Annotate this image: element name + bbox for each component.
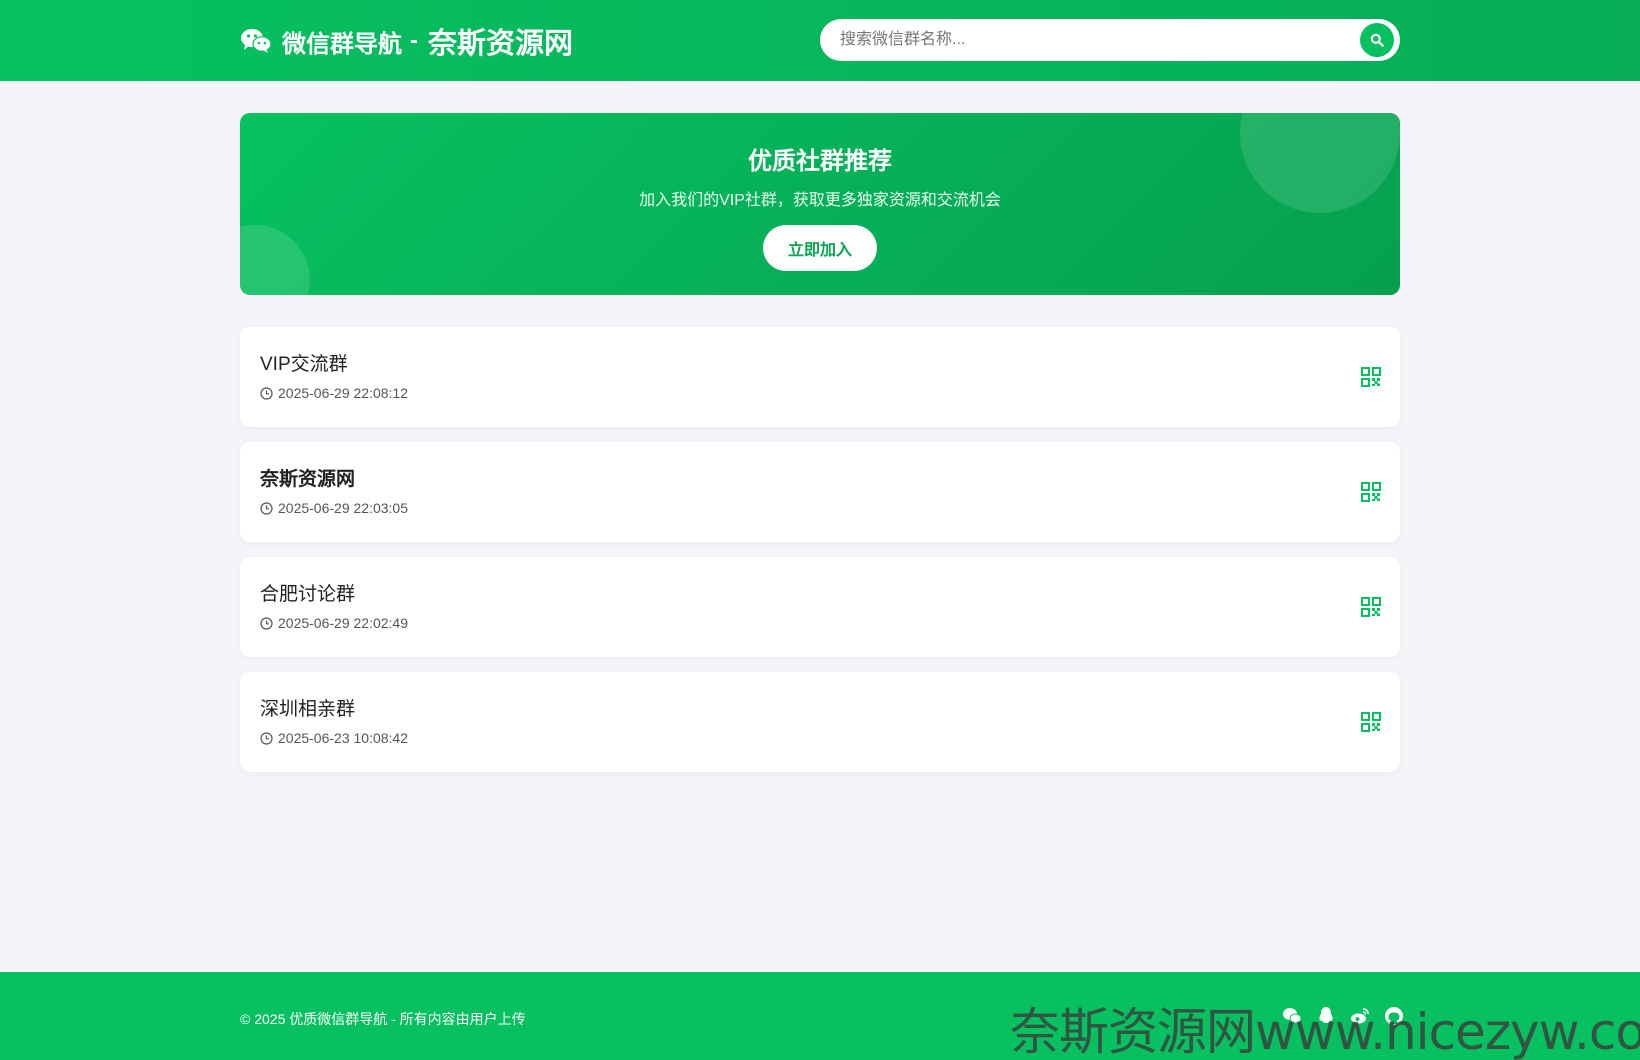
top-header: 微信群导航 - 奈斯资源网 <box>0 0 1640 81</box>
wechat-logo-icon <box>241 29 272 53</box>
clock-icon <box>260 386 273 400</box>
promo-banner: 优质社群推荐 加入我们的VIP社群，获取更多独家资源和交流机会 立即加入 <box>240 113 1400 295</box>
watermark-text: 奈斯资源网www.nicezyw.com <box>1010 1003 1640 1060</box>
group-name: 深圳相亲群 <box>260 699 356 720</box>
qr-code-icon[interactable] <box>1361 482 1381 502</box>
group-name: 合肥讨论群 <box>260 584 356 605</box>
join-button[interactable]: 立即加入 <box>763 225 877 271</box>
decorative-circle <box>240 225 310 295</box>
group-list: VIP交流群 2025-06-29 22:08:12 奈斯资源网 2025-06… <box>240 327 1400 787</box>
title-separator: - <box>410 27 418 54</box>
brand[interactable]: 微信群导航 - 奈斯资源网 <box>240 22 573 60</box>
clock-icon <box>260 731 273 745</box>
group-name: VIP交流群 <box>260 354 348 375</box>
qr-code-icon[interactable] <box>1361 597 1381 617</box>
group-time: 2025-06-23 10:08:42 <box>260 730 408 746</box>
group-time: 2025-06-29 22:02:49 <box>260 615 408 631</box>
group-time-text: 2025-06-29 22:02:49 <box>278 615 408 631</box>
search-icon <box>1370 33 1384 47</box>
group-card[interactable]: VIP交流群 2025-06-29 22:08:12 <box>240 327 1400 427</box>
banner-title: 优质社群推荐 <box>748 148 892 175</box>
site-name: 奈斯资源网 <box>428 26 574 60</box>
clock-icon <box>260 501 273 515</box>
app-title: 微信群导航 <box>282 30 402 58</box>
group-card[interactable]: 深圳相亲群 2025-06-23 10:08:42 <box>240 672 1400 772</box>
banner-subtitle: 加入我们的VIP社群，获取更多独家资源和交流机会 <box>639 192 1001 209</box>
group-time-text: 2025-06-29 22:03:05 <box>278 500 408 516</box>
qr-code-icon[interactable] <box>1361 367 1381 387</box>
footer-copyright: © 2025 优质微信群导航 - 所有内容由用户上传 <box>240 1011 526 1027</box>
group-name: 奈斯资源网 <box>260 468 356 490</box>
group-card[interactable]: 奈斯资源网 2025-06-29 22:03:05 <box>240 442 1400 542</box>
group-time-text: 2025-06-23 10:08:42 <box>278 730 408 746</box>
group-card[interactable]: 合肥讨论群 2025-06-29 22:02:49 <box>240 557 1400 657</box>
search-input[interactable] <box>840 19 1340 61</box>
qr-code-icon[interactable] <box>1361 712 1381 732</box>
search-box <box>820 19 1400 61</box>
search-button[interactable] <box>1360 23 1394 57</box>
group-time-text: 2025-06-29 22:08:12 <box>278 385 408 401</box>
group-time: 2025-06-29 22:03:05 <box>260 500 408 516</box>
clock-icon <box>260 616 273 630</box>
group-time: 2025-06-29 22:08:12 <box>260 385 408 401</box>
